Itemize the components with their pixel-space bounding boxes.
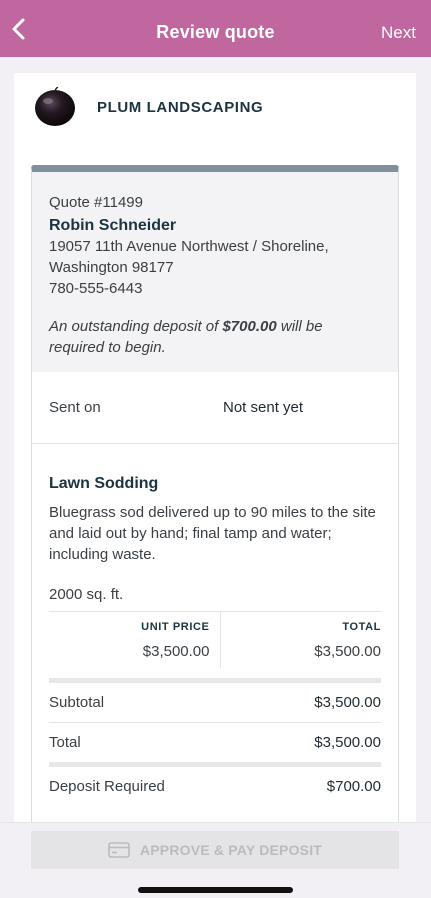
company-logo [34,86,76,127]
line-item-quantity: 2000 sq. ft. [49,586,124,603]
page-title: Review quote [156,22,275,42]
deposit-row: Deposit Required $700.00 [49,767,381,806]
approve-button-label: APPROVE & PAY DEPOSIT [139,842,323,858]
deposit-value: $700.00 [326,778,381,795]
deposit-label: Deposit Required [49,778,165,795]
unit-price-header: UNIT PRICE [141,621,210,633]
deposit-note-amount: $700.00 [222,318,277,335]
footer-bar: APPROVE & PAY DEPOSIT [0,822,431,898]
total-label: Total [49,734,81,751]
company-header: PLUM LANDSCAPING [34,86,264,127]
approve-pay-deposit-button[interactable]: APPROVE & PAY DEPOSIT [31,831,399,869]
sent-on-value: Not sent yet [223,399,304,416]
total-header: TOTAL [342,621,381,633]
client-phone: 780-555-6443 [49,280,143,297]
quote-number: Quote #11499 [49,194,143,211]
quote-card: Quote #11499 Robin Schneider 19057 11th … [31,165,399,833]
quote-header: Quote #11499 Robin Schneider 19057 11th … [32,172,398,372]
subtotal-row: Subtotal $3,500.00 [49,683,381,722]
deposit-note: An outstanding deposit of $700.00 will b… [49,318,323,356]
sent-on-row: Sent on Not sent yet [32,372,398,444]
total-column: TOTAL $3,500.00 [221,612,381,668]
unit-price-value: $3,500.00 [142,643,210,660]
price-grid: UNIT PRICE $3,500.00 TOTAL $3,500.00 [49,611,381,668]
next-button[interactable]: Next [381,23,416,43]
subtotal-label: Subtotal [49,694,105,711]
line-item-description: Bluegrass sod delivered up to 90 miles t… [49,504,376,563]
total-value: $3,500.00 [314,734,381,751]
sent-on-label: Sent on [49,399,101,416]
total-row: Total $3,500.00 [49,723,381,762]
credit-card-icon [108,842,130,858]
line-total-value: $3,500.00 [314,643,381,660]
line-item-name: Lawn Sodding [49,475,159,492]
company-name: PLUM LANDSCAPING [97,98,264,116]
client-name: Robin Schneider [49,217,177,234]
address-line1: 19057 11th Avenue Northwest / Shoreline, [49,238,329,255]
quote-page: PLUM LANDSCAPING Quote #11499 Robin Schn… [14,73,416,833]
address-line2: Washington 98177 [49,259,174,276]
home-indicator[interactable] [138,887,293,893]
line-item: Lawn Sodding Bluegrass sod delivered up … [32,475,398,806]
navigation-bar: Review quote Next [0,0,431,57]
subtotal-value: $3,500.00 [314,694,381,711]
unit-price-column: UNIT PRICE $3,500.00 [49,612,221,668]
